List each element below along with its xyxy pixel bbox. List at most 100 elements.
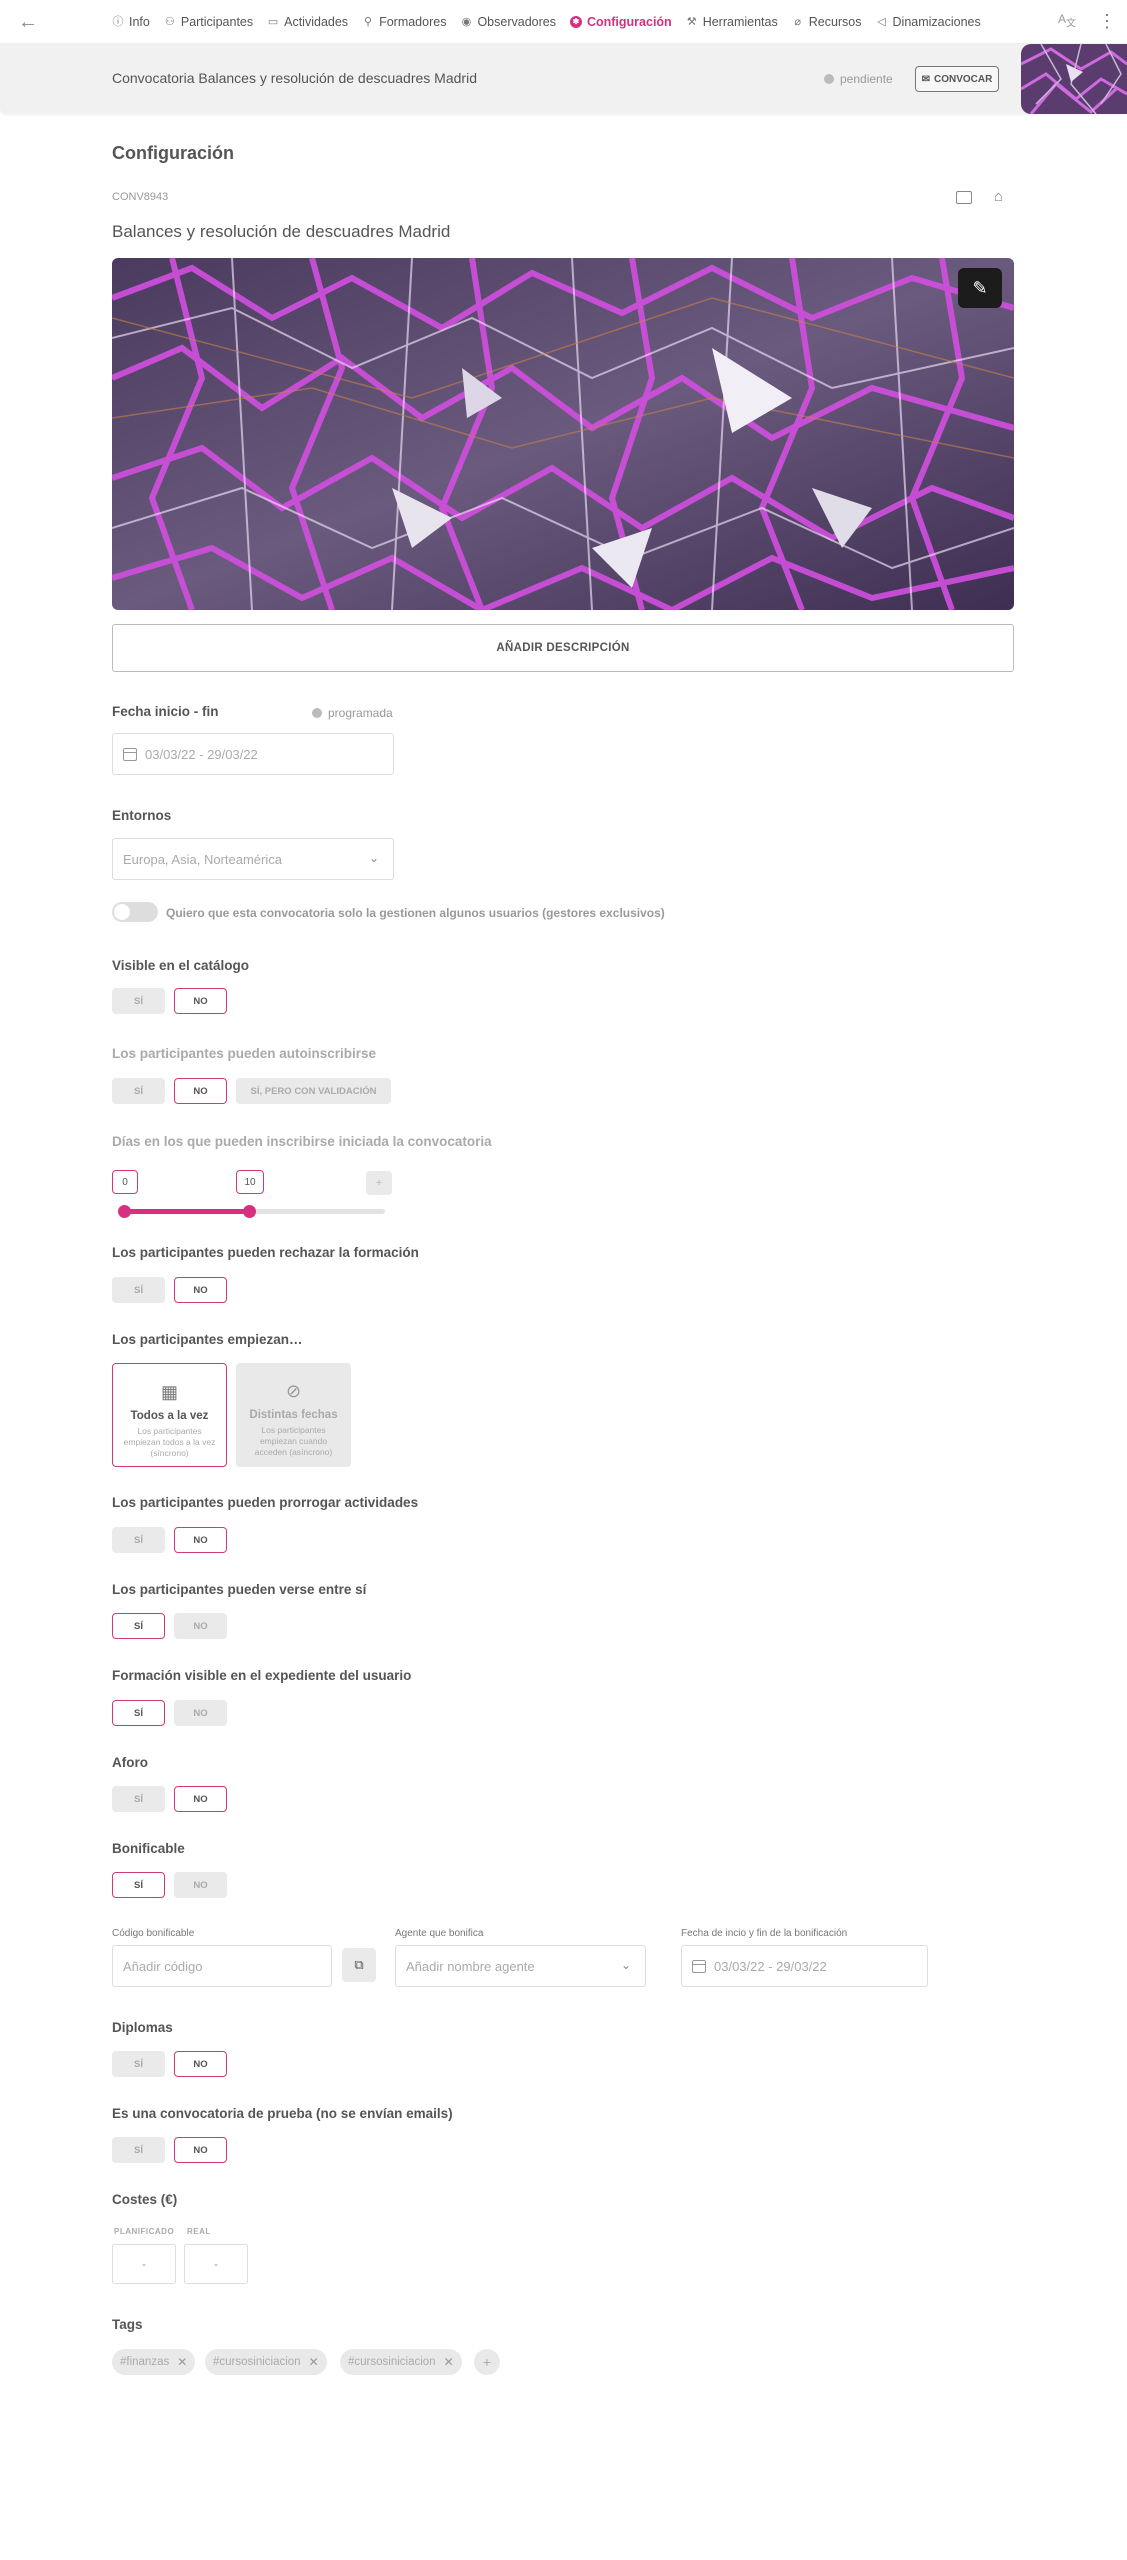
coste-planificado-input[interactable]: -: [112, 2244, 176, 2284]
empiezan-label: Los participantes empiezan…: [112, 1332, 303, 1347]
tag-text: #cursosiniciacion: [348, 2356, 436, 2368]
verse-label: Los participantes pueden verse entre sí: [112, 1582, 367, 1597]
users-icon: ⚇: [164, 16, 175, 28]
gear-icon: ✱: [569, 16, 582, 28]
option-no[interactable]: NO: [174, 1527, 227, 1553]
diplomas-label: Diplomas: [112, 2020, 173, 2035]
coste-real-input[interactable]: -: [184, 2244, 248, 2284]
add-tag-button[interactable]: +: [474, 2349, 500, 2375]
autoinscribirse-options: SÍ NO SÍ, PERO CON VALIDACIÓN: [112, 1078, 391, 1104]
slider-min-box[interactable]: 0: [112, 1170, 138, 1194]
slider-plus-button[interactable]: +: [366, 1171, 392, 1195]
aforo-label: Aforo: [112, 1755, 148, 1770]
prorrogar-label: Los participantes pueden prorrogar activ…: [112, 1495, 419, 1510]
close-icon[interactable]: ✕: [309, 2355, 319, 2369]
header-title: Convocatoria Balances y resolución de de…: [112, 70, 477, 86]
tab-info[interactable]: ⓘ Info: [112, 15, 150, 29]
visible-catalogo-label: Visible en el catálogo: [112, 958, 250, 973]
option-si[interactable]: SÍ: [112, 2137, 165, 2163]
calendar-icon: [123, 747, 137, 761]
start-card-desc: Los participantes empiezan todos a la ve…: [123, 1426, 216, 1458]
add-description-button[interactable]: AÑADIR DESCRIPCIÓN: [112, 624, 1014, 672]
tab-observadores[interactable]: ◉ Observadores: [460, 15, 556, 29]
trainer-icon: ⚲: [364, 16, 373, 28]
convocar-button[interactable]: ✉ CONVOCAR: [915, 66, 999, 92]
rechazar-label: Los participantes pueden rechazar la for…: [112, 1245, 419, 1260]
start-card-sincrono[interactable]: ▦ Todos a la vez Los participantes empie…: [112, 1363, 227, 1467]
fechas-bonificacion-value: 03/03/22 - 29/03/22: [714, 1958, 827, 1974]
exclusive-managers-toggle[interactable]: [112, 902, 158, 922]
agente-placeholder: Añadir nombre agente: [406, 1958, 535, 1974]
option-no[interactable]: NO: [174, 1277, 227, 1303]
tab-participantes[interactable]: ⚇ Participantes: [164, 15, 253, 29]
option-no[interactable]: NO: [174, 2137, 227, 2163]
fechas-bonificacion-label: Fecha de incio y fin de la bonificación: [681, 1928, 848, 1939]
expediente-options: SÍ NO: [112, 1700, 227, 1726]
tag-chip[interactable]: #finanzas ✕: [112, 2349, 196, 2375]
chevron-down-icon: ⌄: [620, 1958, 631, 1972]
visible-catalogo-options: SÍ NO: [112, 988, 227, 1014]
option-si[interactable]: SÍ: [112, 1078, 165, 1104]
chevron-down-icon: ⌄: [368, 851, 379, 865]
tab-dinamizaciones[interactable]: ◁ Dinamizaciones: [876, 15, 981, 29]
dates-status-badge: programada: [312, 706, 393, 720]
translate-icon[interactable]: A文: [1058, 12, 1076, 29]
option-si[interactable]: SÍ: [112, 1527, 165, 1553]
tools-icon: ⚒: [686, 16, 697, 28]
option-si[interactable]: SÍ: [112, 1700, 165, 1726]
header-bar: Convocatoria Balances y resolución de de…: [0, 44, 1127, 114]
option-si[interactable]: SÍ: [112, 1277, 165, 1303]
diplomas-options: SÍ NO: [112, 2051, 227, 2077]
tag-chip[interactable]: #cursosiniciacion ✕: [340, 2349, 462, 2375]
copy-code-button[interactable]: ⧉: [342, 1948, 376, 1982]
slider-max-box[interactable]: 10: [236, 1170, 264, 1194]
tag-chip[interactable]: #cursosiniciacion ✕: [205, 2349, 327, 2375]
agente-select[interactable]: Añadir nombre agente ⌄: [395, 1945, 646, 1987]
option-no[interactable]: NO: [174, 1872, 227, 1898]
tab-label: Info: [129, 15, 150, 29]
entornos-select[interactable]: Europa, Asia, Norteamérica ⌄: [112, 838, 394, 880]
tab-configuracion[interactable]: ✱ Configuración: [569, 15, 672, 29]
option-no[interactable]: NO: [174, 1078, 227, 1104]
info-icon: ⓘ: [112, 16, 124, 28]
option-no[interactable]: NO: [174, 2051, 227, 2077]
option-no[interactable]: NO: [174, 1700, 227, 1726]
slider-max-handle[interactable]: [243, 1205, 256, 1218]
option-si-validacion[interactable]: SÍ, PERO CON VALIDACIÓN: [236, 1078, 391, 1104]
close-icon[interactable]: ✕: [177, 2355, 187, 2369]
start-card-asincrono[interactable]: ⊘ Distintas fechas Los participantes emp…: [236, 1363, 351, 1467]
entornos-value: Europa, Asia, Norteamérica: [123, 851, 282, 867]
agente-label: Agente que bonifica: [395, 1928, 484, 1939]
option-si[interactable]: SÍ: [112, 988, 165, 1014]
autoinscribirse-label: Los participantes pueden autoinscribirse: [112, 1046, 377, 1061]
option-si[interactable]: SÍ: [112, 1872, 165, 1898]
option-no[interactable]: NO: [174, 1786, 227, 1812]
option-si[interactable]: SÍ: [112, 1613, 165, 1639]
page: { "nav": { "back_icon": "arrow-left-icon…: [0, 0, 1127, 2560]
codigo-bonificable-input[interactable]: Añadir código: [112, 1945, 332, 1987]
tab-actividades[interactable]: ▭ Actividades: [267, 15, 348, 29]
tab-recursos[interactable]: ⌀ Recursos: [792, 15, 861, 29]
convocatoria-subtitle: Balances y resolución de descuadres Madr…: [112, 222, 451, 241]
folder-icon[interactable]: [956, 191, 972, 204]
tag-icon[interactable]: ⌂: [994, 188, 1010, 205]
kebab-icon[interactable]: ⋮: [1098, 10, 1116, 32]
tab-label: Dinamizaciones: [892, 15, 981, 29]
close-icon[interactable]: ✕: [444, 2355, 454, 2369]
fechas-bonificacion-input[interactable]: 03/03/22 - 29/03/22: [681, 1945, 928, 1987]
edit-cover-button[interactable]: ✎: [958, 268, 1002, 308]
codigo-placeholder: Añadir código: [123, 1958, 203, 1974]
status-dot: [312, 708, 322, 718]
tab-label: Configuración: [586, 15, 672, 29]
option-si[interactable]: SÍ: [112, 1786, 165, 1812]
slider-min-handle[interactable]: [118, 1205, 131, 1218]
dates-input[interactable]: 03/03/22 - 29/03/22: [112, 733, 394, 775]
status-text: pendiente: [840, 72, 893, 86]
tab-herramientas[interactable]: ⚒ Herramientas: [686, 15, 778, 29]
option-no[interactable]: NO: [174, 988, 227, 1014]
option-si[interactable]: SÍ: [112, 2051, 165, 2077]
tab-label: Observadores: [477, 15, 556, 29]
tab-formadores[interactable]: ⚲ Formadores: [362, 15, 446, 29]
back-arrow-icon[interactable]: ←: [16, 10, 40, 34]
option-no[interactable]: NO: [174, 1613, 227, 1639]
